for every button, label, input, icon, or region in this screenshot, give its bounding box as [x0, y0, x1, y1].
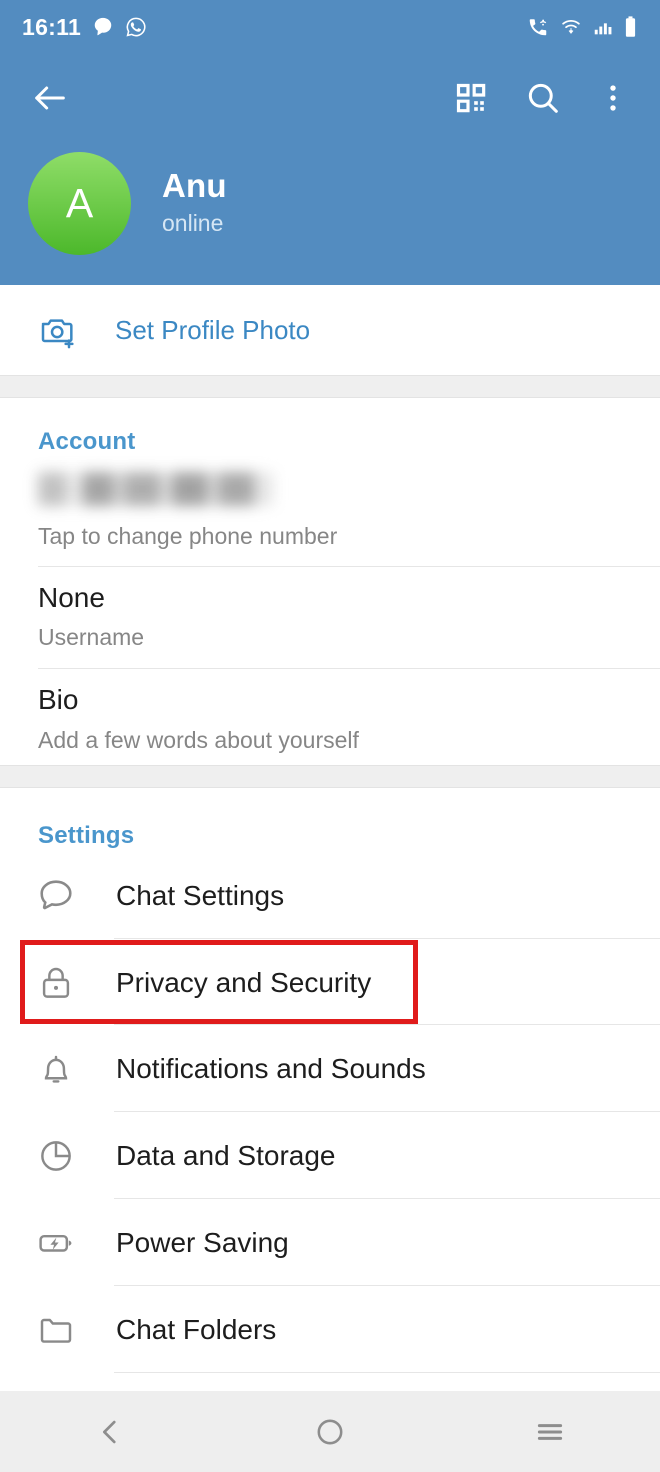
section-gap-1 [0, 375, 660, 398]
settings-divider-2 [114, 1024, 660, 1025]
back-arrow-icon [35, 86, 65, 110]
status-bar: 16:11 [0, 0, 660, 54]
system-navigation-bar [0, 1391, 660, 1472]
whatsapp-icon [126, 17, 146, 37]
phone-number-label: Tap to change phone number [38, 523, 338, 549]
settings-divider-1 [114, 938, 660, 939]
settings-divider-3 [114, 1111, 660, 1112]
section-gap-2 [0, 765, 660, 788]
back-chevron-icon [102, 1420, 116, 1443]
set-profile-photo-label: Set Profile Photo [115, 314, 311, 345]
sidebar-item-label: Data and Storage [116, 1139, 336, 1171]
sidebar-item-chat-folders[interactable]: Chat Folders [0, 1287, 660, 1372]
chat-bubble-icon [94, 17, 112, 36]
account-row-username[interactable]: None Username [0, 580, 660, 668]
camera-add-icon [37, 309, 79, 351]
account-divider-1 [38, 566, 660, 567]
sidebar-item-power-saving[interactable]: Power Saving [0, 1200, 660, 1285]
status-bar-right [526, 15, 638, 39]
folder-icon [28, 1309, 84, 1351]
username-label: Username [38, 624, 145, 650]
profile-name: Anu [162, 167, 227, 205]
status-bar-left: 16:11 [22, 13, 147, 40]
status-bar-clock: 16:11 [22, 13, 82, 40]
app-header: 16:11 A Anu online [0, 0, 660, 285]
bio-label: Add a few words about yourself [38, 727, 359, 753]
profile-header[interactable]: A Anu online [0, 146, 660, 261]
avatar-letter: A [65, 180, 94, 226]
sidebar-item-privacy-and-security[interactable]: Privacy and Security [0, 940, 660, 1025]
settings-divider-6 [114, 1372, 660, 1373]
account-section-title: Account [38, 428, 136, 455]
phone-number-blurred-value [38, 472, 273, 506]
settings-divider-5 [114, 1285, 660, 1286]
sidebar-item-label: Privacy and Security [116, 966, 372, 998]
profile-info: Anu online [162, 167, 227, 239]
wifi-icon [562, 19, 580, 34]
sidebar-item-data-and-storage[interactable]: Data and Storage [0, 1113, 660, 1198]
chat-bubble-icon [28, 874, 84, 918]
sidebar-item-label: Chat Folders [116, 1313, 277, 1345]
nav-back-button[interactable] [50, 1401, 170, 1463]
username-value: None [38, 582, 105, 613]
search-icon [528, 83, 558, 113]
sidebar-item-notifications-and-sounds[interactable]: Notifications and Sounds [0, 1026, 660, 1111]
telegram-settings-screen: 16:11 A Anu online Set Profile Photo Acc… [0, 0, 660, 1472]
home-circle-icon [317, 1419, 343, 1444]
nav-home-button[interactable] [270, 1401, 390, 1463]
account-divider-2 [38, 668, 660, 669]
nav-recents-button[interactable] [490, 1401, 610, 1463]
sidebar-item-label: Chat Settings [116, 879, 285, 911]
qr-code-button[interactable] [442, 69, 500, 127]
battery-icon [625, 16, 636, 37]
phone-wifi-calling-icon [529, 19, 547, 36]
set-profile-photo-row[interactable]: Set Profile Photo [0, 285, 660, 375]
back-button[interactable] [24, 72, 76, 124]
account-row-bio[interactable]: Bio Add a few words about yourself [0, 684, 660, 772]
qr-code-icon [456, 83, 486, 113]
settings-divider-4 [114, 1198, 660, 1199]
avatar[interactable]: A [28, 152, 131, 255]
settings-section-title: Settings [38, 822, 135, 849]
battery-bolt-icon [28, 1222, 84, 1264]
overflow-menu-button[interactable] [584, 69, 642, 127]
sidebar-item-label: Power Saving [116, 1226, 289, 1258]
sidebar-item-label: Notifications and Sounds [116, 1052, 426, 1084]
search-button[interactable] [514, 69, 572, 127]
profile-status: online [162, 210, 224, 237]
pie-chart-icon [28, 1135, 84, 1177]
recents-menu-icon [537, 1423, 563, 1440]
signal-bars-icon [594, 23, 612, 35]
bio-value: Bio [38, 684, 79, 715]
overflow-menu-icon [610, 85, 616, 111]
top-toolbar [0, 58, 660, 138]
sidebar-item-chat-settings[interactable]: Chat Settings [0, 853, 660, 938]
account-row-phone[interactable]: Tap to change phone number [0, 468, 660, 566]
bell-icon [28, 1048, 84, 1090]
lock-icon [28, 962, 84, 1004]
